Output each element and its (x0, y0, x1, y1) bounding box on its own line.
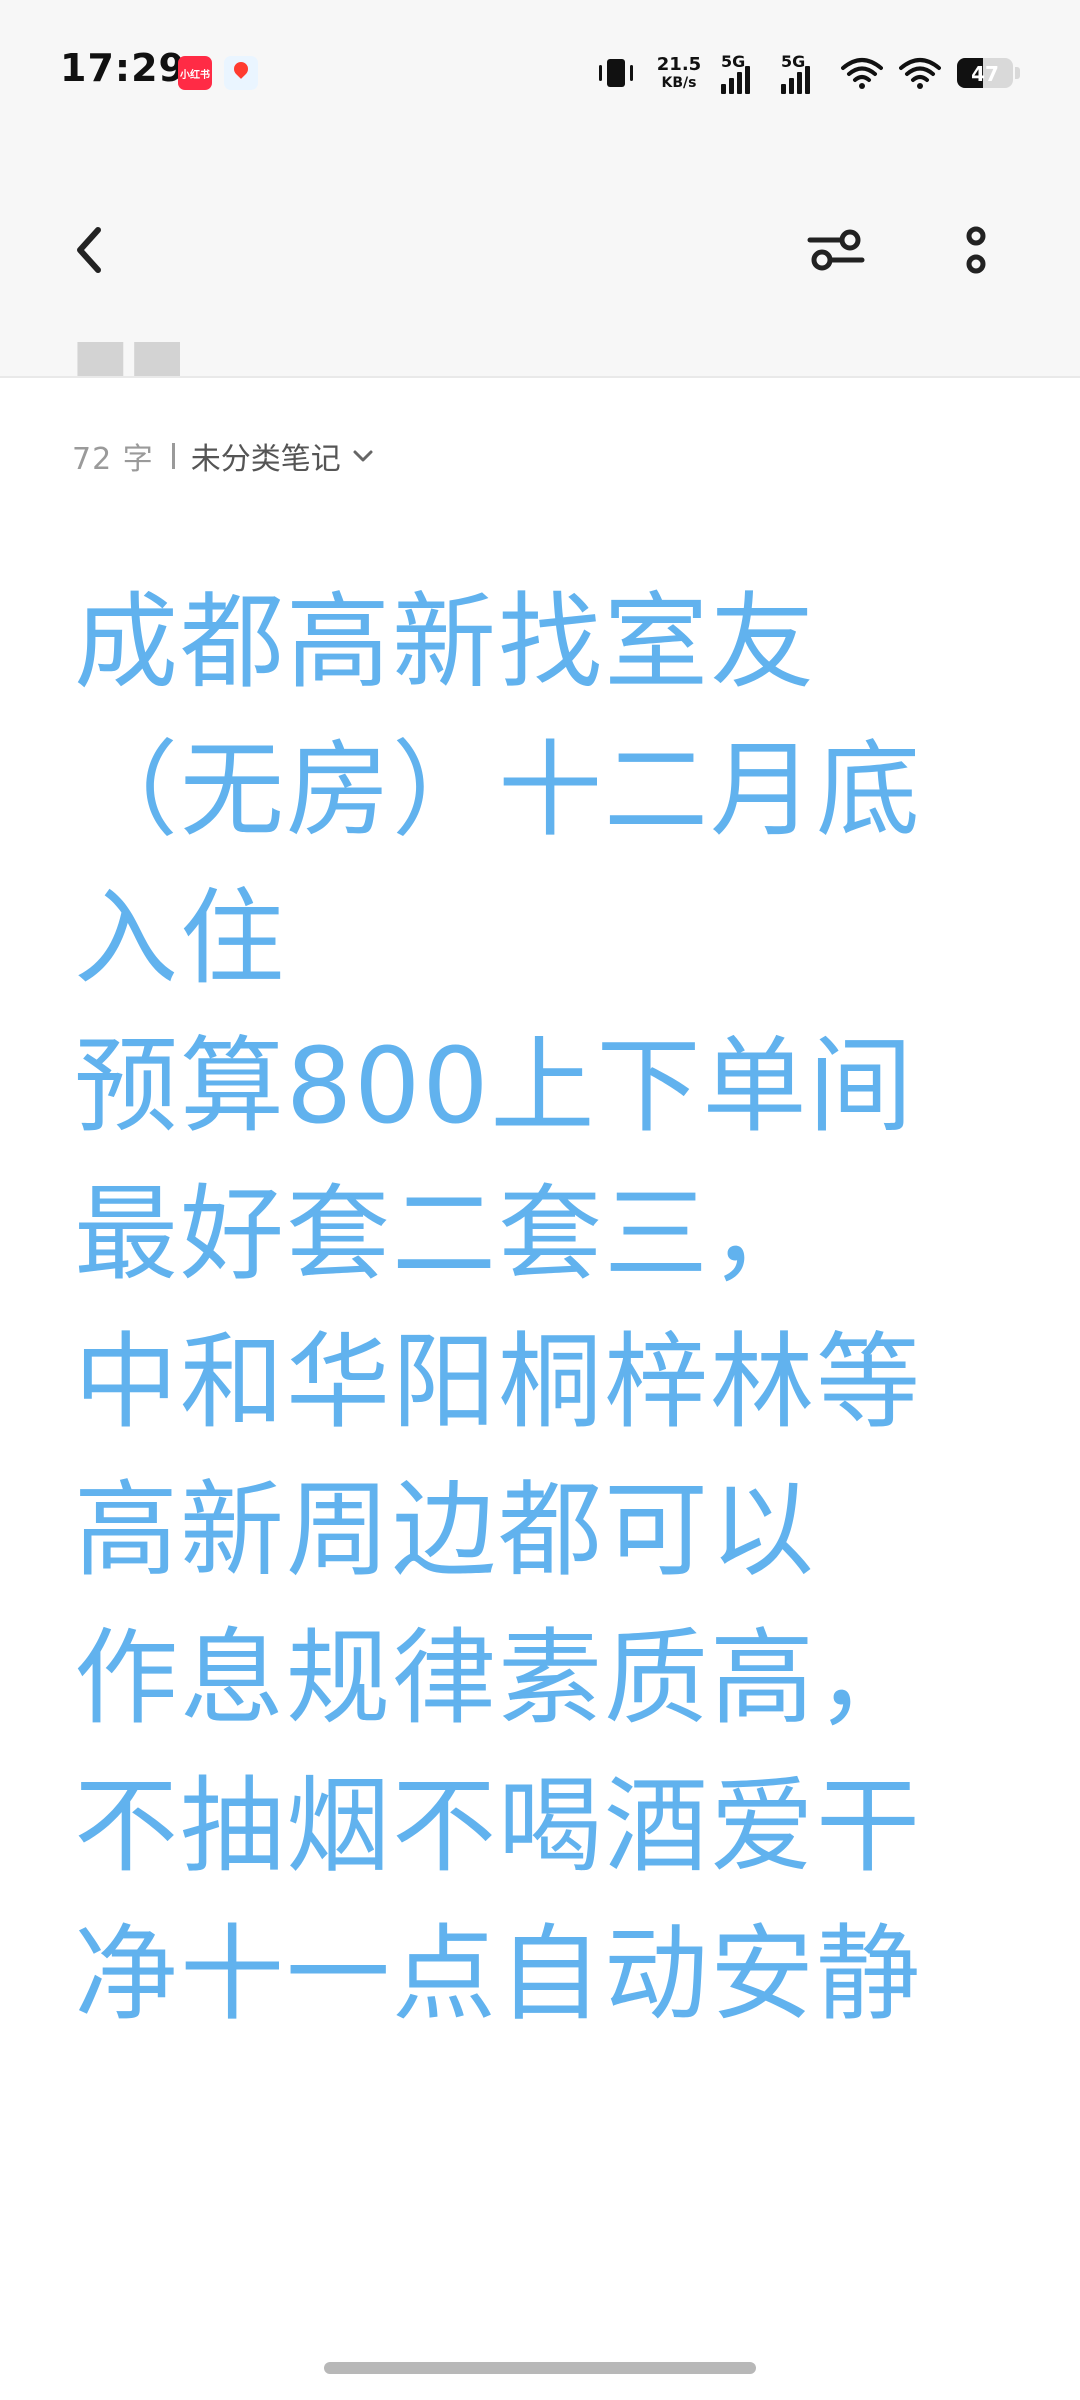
note-line: 高新周边都可以 (74, 1469, 817, 1591)
network-speed-unit: KB/s (661, 75, 697, 91)
adjust-icon (807, 229, 865, 271)
note-line: 预算800上下单间 (74, 1025, 915, 1147)
wifi-icon (899, 58, 941, 89)
note-line: 入住 (74, 877, 287, 999)
note-line: （无房）十二月底 (74, 729, 923, 851)
xiaohongshu-app-icon: 小红书 (178, 56, 212, 90)
status-time: 17:29 (60, 46, 186, 90)
status-bar: 17:29 小红书 21.5 KB/s 5G 5G 47 (0, 0, 1080, 150)
more-button[interactable] (944, 218, 1008, 282)
top-app-bar: 17:29 小红书 21.5 KB/s 5G 5G 47 (0, 0, 1080, 378)
signal-bars-icon (781, 66, 810, 94)
category-label: 未分类笔记 (190, 442, 341, 477)
status-indicators: 21.5 KB/s 5G 5G 47 (595, 48, 1020, 98)
signal-5g-2: 5G (781, 52, 825, 94)
note-line: 作息规律素质高， (74, 1617, 923, 1739)
more-vertical-icon (966, 226, 986, 274)
adjust-button[interactable] (804, 218, 868, 282)
note-toolbar (0, 190, 1080, 310)
battery-percent: 47 (971, 62, 999, 86)
note-line: 净十一点自动安静 (74, 1913, 923, 2035)
battery-tip (1015, 67, 1020, 79)
back-icon (77, 227, 101, 273)
network-speed: 21.5 KB/s (653, 54, 705, 91)
network-speed-value: 21.5 (656, 54, 702, 75)
note-meta: 72 字 未分类笔记 (72, 434, 375, 478)
meta-divider (171, 443, 175, 469)
note-line: 成都高新找室友 (74, 581, 817, 703)
note-line: 不抽烟不喝酒爱干 (74, 1765, 923, 1887)
battery-icon: 47 (957, 58, 1013, 88)
gesture-bar[interactable] (324, 2362, 756, 2374)
signal-5g-1: 5G (721, 52, 765, 94)
category-selector[interactable]: 未分类笔记 (191, 434, 375, 478)
back-button[interactable] (58, 218, 122, 282)
chevron-down-icon (353, 450, 373, 462)
word-count: 72 字 (72, 442, 154, 477)
note-line: 中和华阳桐梓林等 (74, 1321, 923, 1443)
xiaohongshu-app-label: 小红书 (180, 70, 210, 81)
map-pin-icon (231, 59, 251, 79)
vibrate-icon (599, 59, 633, 87)
signal-bars-icon (721, 66, 750, 94)
scrolled-title-remnant: ■■ (72, 342, 192, 376)
map-app-icon (224, 56, 258, 90)
wifi-icon (841, 58, 883, 89)
note-line: 最好套二套三， (74, 1173, 817, 1295)
note-content[interactable]: 成都高新找室友 （无房）十二月底 入住 预算800上下单间 最好套二套三， 中和… (74, 568, 974, 2048)
